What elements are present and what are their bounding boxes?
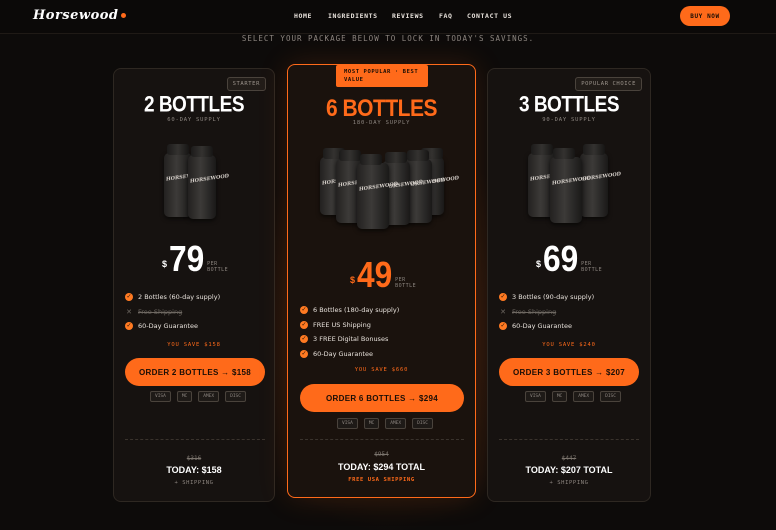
price-per: PER BOTTLE (207, 261, 229, 273)
feature-item: ✓ 60-Day Guarantee (125, 322, 198, 331)
package-card-6-bottles: MOST POPULAR · BEST VALUE 6 BOTTLES 180-… (287, 64, 476, 498)
card-divider (499, 439, 639, 440)
price-amount: 49 (357, 254, 393, 295)
bottle-image: HORSEWOOD (357, 154, 398, 229)
price-per: PER BOTTLE (395, 277, 417, 289)
nav-link-contact[interactable]: CONTACT US (467, 12, 517, 20)
nav-link-home[interactable]: HOME (294, 12, 328, 20)
package-card-2-bottles: STARTER 2 BOTTLES 60-DAY SUPPLY HORSEWOO… (113, 68, 275, 502)
visa-icon: VISA (150, 391, 171, 402)
feature-list: ✓ 6 Bottles (180-day supply) ✓ FREE US Shi… (300, 303, 399, 361)
price-block: $ 69 PER BOTTLE (536, 241, 605, 277)
x-icon: ✕ (500, 307, 506, 316)
shipping-note: + SHIPPING (174, 480, 214, 486)
savings-text: YOU SAVE $660 (354, 367, 409, 373)
feature-list: ✓ 2 Bottles (60-day supply) ✕ Free Shippin… (125, 290, 220, 334)
check-icon: ✓ (499, 293, 507, 302)
original-price: $954 (374, 451, 389, 458)
feature-item: ✓ 2 Bottles (60-day supply) (125, 293, 221, 302)
price-currency: $ (536, 259, 542, 269)
check-icon: ✓ (300, 349, 308, 358)
feature-item: ✓ 60-Day Guarantee (499, 322, 572, 331)
feature-item: ✓ FREE US Shipping (300, 320, 371, 329)
card-badge: POPULAR CHOICE (575, 77, 642, 91)
mastercard-icon: MC (363, 418, 380, 429)
card-divider (125, 439, 265, 440)
feature-item: ✓ 3 Bottles (90-day supply) (499, 293, 595, 302)
order-button[interactable]: ORDER 3 BOTTLES → $207 (499, 358, 639, 386)
card-divider (300, 439, 464, 440)
price-block: $ 79 PER BOTTLE (162, 241, 231, 277)
feature-item: ✓ 60-Day Guarantee (300, 349, 373, 358)
order-button[interactable]: ORDER 6 BOTTLES → $294 (300, 384, 464, 412)
brand-logo[interactable]: Horsewood (33, 8, 119, 23)
package-title: 3 BOTTLES (518, 93, 620, 118)
product-image: HORSEWOOD HORSEWOOD (164, 144, 229, 221)
payment-icons: VISA MC AMEX DISC (150, 391, 246, 402)
price-block: $ 49 PER BOTTLE (350, 257, 419, 293)
check-icon: ✓ (125, 293, 133, 302)
page-tagline: SELECT YOUR PACKAGE BELOW TO LOCK IN TOD… (241, 34, 535, 43)
original-price: $316 (186, 455, 202, 462)
check-icon: ✓ (300, 320, 308, 329)
order-button[interactable]: ORDER 2 BOTTLES → $158 (125, 358, 265, 386)
bottle-image: HORSEWOOD (580, 144, 621, 217)
shipping-note: FREE USA SHIPPING (348, 477, 415, 483)
amex-icon: AMEX (198, 391, 220, 402)
mastercard-icon: MC (551, 391, 568, 402)
discover-icon: DISC (225, 391, 246, 402)
check-icon: ✓ (125, 322, 133, 331)
mastercard-icon: MC (176, 391, 193, 402)
discover-icon: DISC (600, 391, 621, 402)
price-amount: 69 (543, 238, 579, 279)
feature-item: ✓ 3 FREE Digital Bonuses (300, 335, 389, 344)
price-per: PER BOTTLE (581, 261, 603, 273)
nav-link-reviews[interactable]: REVIEWS (392, 12, 439, 20)
feature-item: ✕ Free Shipping (500, 307, 557, 316)
feature-item: ✕ Free Shipping (126, 307, 183, 316)
nav-link-faq[interactable]: FAQ (439, 12, 467, 20)
package-title: 6 BOTTLES (325, 95, 438, 122)
best-value-badge: MOST POPULAR · BEST VALUE (336, 65, 428, 87)
today-price: TODAY: $294 TOTAL (337, 462, 426, 472)
feature-list: ✓ 3 Bottles (90-day supply) ✕ Free Shippin… (499, 290, 594, 334)
top-nav: Horsewood HOME INGREDIENTS REVIEWS FAQ C… (0, 0, 776, 34)
today-price: TODAY: $158 (166, 465, 222, 475)
package-supply: 180-DAY SUPPLY (352, 120, 411, 126)
product-image: HORSEWOOD HORSEWOOD HORSEWOOD HORSEWOOD … (320, 148, 459, 229)
payment-icons: VISA MC AMEX DISC (525, 391, 621, 402)
price-currency: $ (162, 259, 168, 269)
bottle-image: HORSEWOOD (550, 148, 591, 223)
price-amount: 79 (169, 238, 205, 279)
check-icon: ✓ (300, 335, 308, 344)
payment-icons: VISA MC AMEX DISC (337, 418, 433, 429)
nav-link-ingredients[interactable]: INGREDIENTS (328, 12, 392, 20)
savings-text: YOU SAVE $158 (167, 342, 221, 348)
card-badge: STARTER (226, 77, 266, 91)
check-icon: ✓ (499, 322, 507, 331)
today-price: TODAY: $207 TOTAL (525, 465, 613, 475)
product-image: HORSEWOOD HORSEWOOD HORSEWOOD (528, 144, 621, 223)
package-supply: 90-DAY SUPPLY (542, 117, 596, 123)
x-icon: ✕ (126, 307, 132, 316)
savings-text: YOU SAVE $240 (542, 342, 596, 348)
package-title: 2 BOTTLES (143, 93, 245, 118)
bottle-image: HORSEWOOD (188, 146, 229, 219)
logo-dot-icon (121, 13, 126, 18)
amex-icon: AMEX (385, 418, 407, 429)
check-icon: ✓ (300, 306, 308, 315)
original-price: $447 (561, 455, 577, 462)
price-currency: $ (350, 275, 356, 285)
amex-icon: AMEX (573, 391, 595, 402)
nav-links: HOME INGREDIENTS REVIEWS FAQ CONTACT US (294, 12, 517, 20)
package-supply: 60-DAY SUPPLY (167, 117, 221, 123)
package-card-3-bottles: POPULAR CHOICE 3 BOTTLES 90-DAY SUPPLY H… (487, 68, 651, 502)
feature-item: ✓ 6 Bottles (180-day supply) (300, 306, 400, 315)
discover-icon: DISC (412, 418, 433, 429)
visa-icon: VISA (337, 418, 358, 429)
shipping-note: + SHIPPING (549, 480, 589, 486)
buy-now-button[interactable]: BUY NOW (680, 6, 730, 26)
visa-icon: VISA (525, 391, 546, 402)
